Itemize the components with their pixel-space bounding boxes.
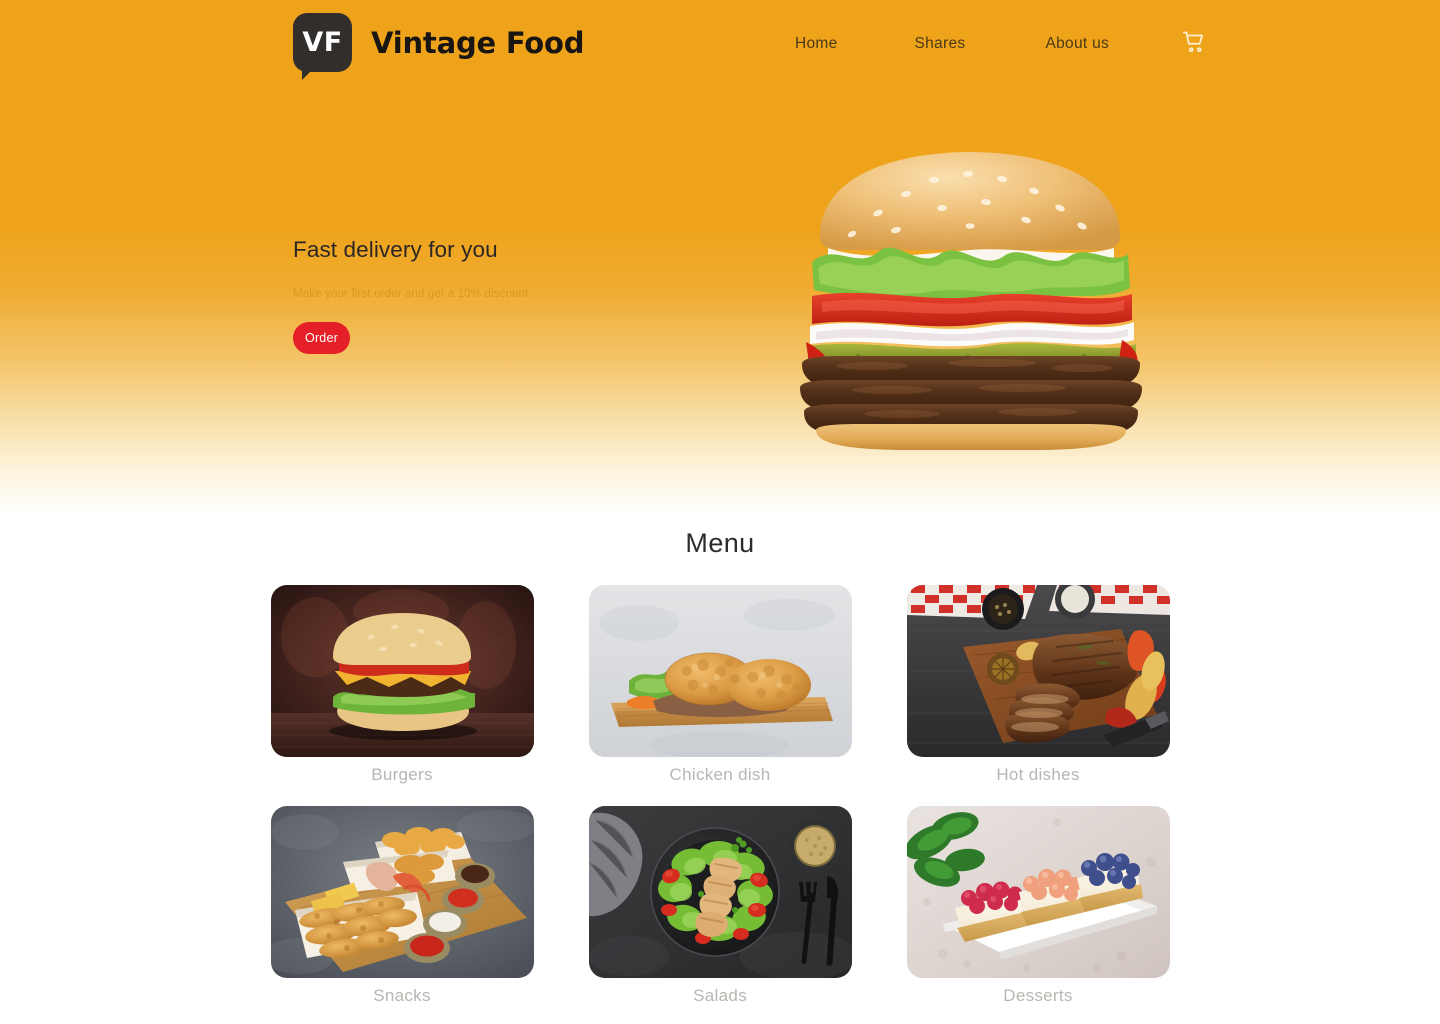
menu-heading: Menu	[685, 528, 755, 558]
menu-card-chicken-dish[interactable]: Chicken dish	[588, 585, 852, 785]
menu-card-label: Burgers	[371, 765, 433, 784]
menu-card-snacks[interactable]: Snacks	[270, 806, 534, 1006]
hero-subtitle: Make your first order and get a 10% disc…	[293, 288, 529, 300]
steak-card-image	[906, 585, 1170, 757]
brand-name: Vintage Food	[371, 25, 585, 60]
logo-monogram: VF	[302, 27, 343, 58]
nav-links: Home Shares About us	[795, 31, 1207, 55]
snacks-card-image	[270, 806, 534, 978]
menu-card-label: Chicken dish	[669, 765, 771, 784]
menu-card-label: Snacks	[373, 986, 431, 1005]
brand-logo[interactable]: VF Vintage Food	[293, 13, 585, 80]
navbar: VF Vintage Food Home Shares About us	[0, 0, 1440, 92]
nav-item-home[interactable]: Home	[795, 35, 838, 53]
menu-card-salads[interactable]: Salads	[588, 806, 852, 1006]
order-button[interactable]: Order	[293, 322, 350, 354]
hero-section: VF Vintage Food Home Shares About us Fas…	[0, 0, 1440, 512]
menu-card-hot-dishes[interactable]: Hot dishes	[906, 585, 1170, 785]
nav-item-shares[interactable]: Shares	[915, 35, 966, 53]
menu-card-label: Hot dishes	[996, 765, 1080, 784]
hero-copy: Fast delivery for you Make your first or…	[293, 236, 723, 354]
fried-chicken-card-image	[588, 585, 852, 757]
menu-section: Menu Burgers Chicken dish Hot dishes Sna…	[0, 512, 1440, 1006]
nav-item-about-us[interactable]: About us	[1045, 35, 1109, 53]
menu-card-desserts[interactable]: Desserts	[906, 806, 1170, 1006]
logo-mark-icon: VF	[293, 13, 352, 80]
hero-burger-image	[782, 150, 1158, 450]
page-root: VF Vintage Food Home Shares About us Fas…	[0, 0, 1440, 1024]
menu-card-label: Desserts	[1003, 986, 1073, 1005]
menu-card-label: Salads	[693, 986, 747, 1005]
menu-card-burgers[interactable]: Burgers	[270, 585, 534, 785]
shopping-cart-icon[interactable]	[1181, 29, 1207, 55]
hero-title: Fast delivery for you	[293, 237, 498, 262]
desserts-card-image	[906, 806, 1170, 978]
burger-card-image	[270, 585, 534, 757]
menu-grid: Burgers Chicken dish Hot dishes Snacks S…	[270, 585, 1170, 1006]
salad-card-image	[588, 806, 852, 978]
